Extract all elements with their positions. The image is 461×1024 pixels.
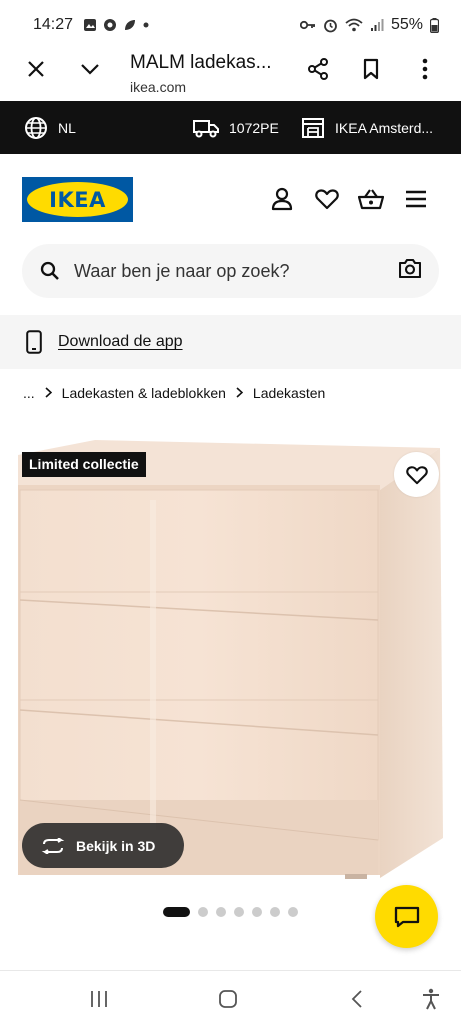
view-in-3d-label: Bekijk in 3D <box>76 837 156 854</box>
wishlist-button[interactable] <box>314 186 340 212</box>
carousel-dot[interactable] <box>234 907 244 917</box>
carousel-dot[interactable] <box>270 907 280 917</box>
main-menu-button[interactable] <box>403 186 429 212</box>
visual-search-button[interactable] <box>398 258 422 283</box>
add-to-wishlist-button[interactable] <box>394 452 439 497</box>
system-navigation-bar <box>0 970 461 1024</box>
browser-url[interactable]: ikea.com <box>130 79 186 95</box>
user-icon <box>271 187 293 211</box>
signal-icon <box>370 18 384 32</box>
home-button[interactable] <box>214 985 242 1013</box>
top-info-strip: NL 1072PE IKEA Amsterd... <box>0 101 461 154</box>
collapse-button[interactable] <box>75 54 105 84</box>
store-icon <box>302 117 324 138</box>
breadcrumb: ... Ladekasten & ladeblokken Ladekasten <box>23 383 325 403</box>
chevron-right-icon <box>45 386 52 401</box>
browser-toolbar: MALM ladekas... ikea.com <box>0 50 461 102</box>
status-system-icons: 55% <box>299 16 439 34</box>
share-icon <box>308 58 328 80</box>
shopping-basket-icon <box>358 189 384 210</box>
account-button[interactable] <box>269 186 295 212</box>
browser-menu-button[interactable] <box>410 54 440 84</box>
chat-button[interactable] <box>375 885 438 948</box>
store-selector[interactable]: IKEA Amsterd... <box>301 101 433 154</box>
ikea-logo[interactable]: IKEA <box>22 177 133 222</box>
battery-icon <box>430 17 439 33</box>
carousel-dot[interactable] <box>163 907 190 917</box>
postcode-label: 1072PE <box>229 119 279 136</box>
more-vertical-icon <box>422 58 428 80</box>
carousel-dot[interactable] <box>198 907 208 917</box>
hamburger-menu-icon <box>406 190 426 208</box>
chrome-icon <box>103 18 117 32</box>
smartphone-icon <box>26 330 42 354</box>
breadcrumb-item[interactable]: Ladekasten & ladeblokken <box>62 385 226 401</box>
battery-percent: 55% <box>390 16 423 33</box>
leaf-icon <box>123 18 137 32</box>
chevron-down-icon <box>81 64 99 75</box>
app-download-banner: Download de app <box>0 315 461 369</box>
status-time: 14:27 <box>33 16 74 33</box>
postcode-selector[interactable]: 1072PE <box>193 101 279 154</box>
close-tab-button[interactable] <box>21 54 51 84</box>
gallery-icon <box>83 18 97 32</box>
chat-bubble-icon <box>394 906 419 927</box>
accessibility-icon <box>423 988 439 1010</box>
more-notifications-dot-icon <box>143 22 149 28</box>
carousel-dot[interactable] <box>252 907 262 917</box>
search-placeholder: Waar ben je naar op zoek? <box>74 260 290 281</box>
store-label: IKEA Amsterd... <box>335 119 434 136</box>
chest-of-drawers-image <box>18 440 443 879</box>
status-bar: 14:27 55% <box>0 0 461 50</box>
bookmark-icon <box>363 58 379 80</box>
cart-button[interactable] <box>358 186 384 212</box>
delivery-truck-icon <box>193 119 219 137</box>
home-icon <box>219 990 237 1008</box>
product-image[interactable] <box>0 420 461 890</box>
breadcrumb-item[interactable]: Ladekasten <box>253 385 325 401</box>
language-selector[interactable]: NL <box>24 101 76 154</box>
image-carousel-indicator <box>163 907 298 917</box>
carousel-dot[interactable] <box>216 907 226 917</box>
rotate-3d-icon <box>41 837 65 854</box>
site-header: IKEA <box>0 154 461 240</box>
limited-collection-badge: Limited collectie <box>22 452 146 477</box>
globe-icon <box>25 116 47 139</box>
search-bar[interactable]: Waar ben je naar op zoek? <box>22 244 439 298</box>
heart-icon <box>405 465 428 484</box>
back-icon <box>351 990 362 1008</box>
language-label: NL <box>58 119 76 136</box>
view-in-3d-button[interactable]: Bekijk in 3D <box>22 823 184 868</box>
breadcrumb-ellipsis[interactable]: ... <box>23 385 35 401</box>
carousel-dot[interactable] <box>288 907 298 917</box>
bookmark-button[interactable] <box>356 54 386 84</box>
download-app-link[interactable]: Download de app <box>58 333 183 351</box>
close-icon <box>28 61 44 77</box>
browser-page-title: MALM ladekas... <box>130 52 272 73</box>
share-button[interactable] <box>303 54 333 84</box>
recent-apps-icon <box>91 991 107 1007</box>
chevron-right-icon <box>236 386 244 401</box>
heart-icon <box>315 189 339 210</box>
alarm-icon <box>323 18 338 33</box>
key-icon <box>299 19 316 31</box>
accessibility-button[interactable] <box>417 985 445 1013</box>
search-icon <box>40 261 59 280</box>
back-button[interactable] <box>343 985 371 1013</box>
wifi-icon <box>345 18 363 32</box>
recent-apps-button[interactable] <box>85 985 113 1013</box>
camera-icon <box>398 258 422 279</box>
status-notification-icons <box>83 18 149 32</box>
